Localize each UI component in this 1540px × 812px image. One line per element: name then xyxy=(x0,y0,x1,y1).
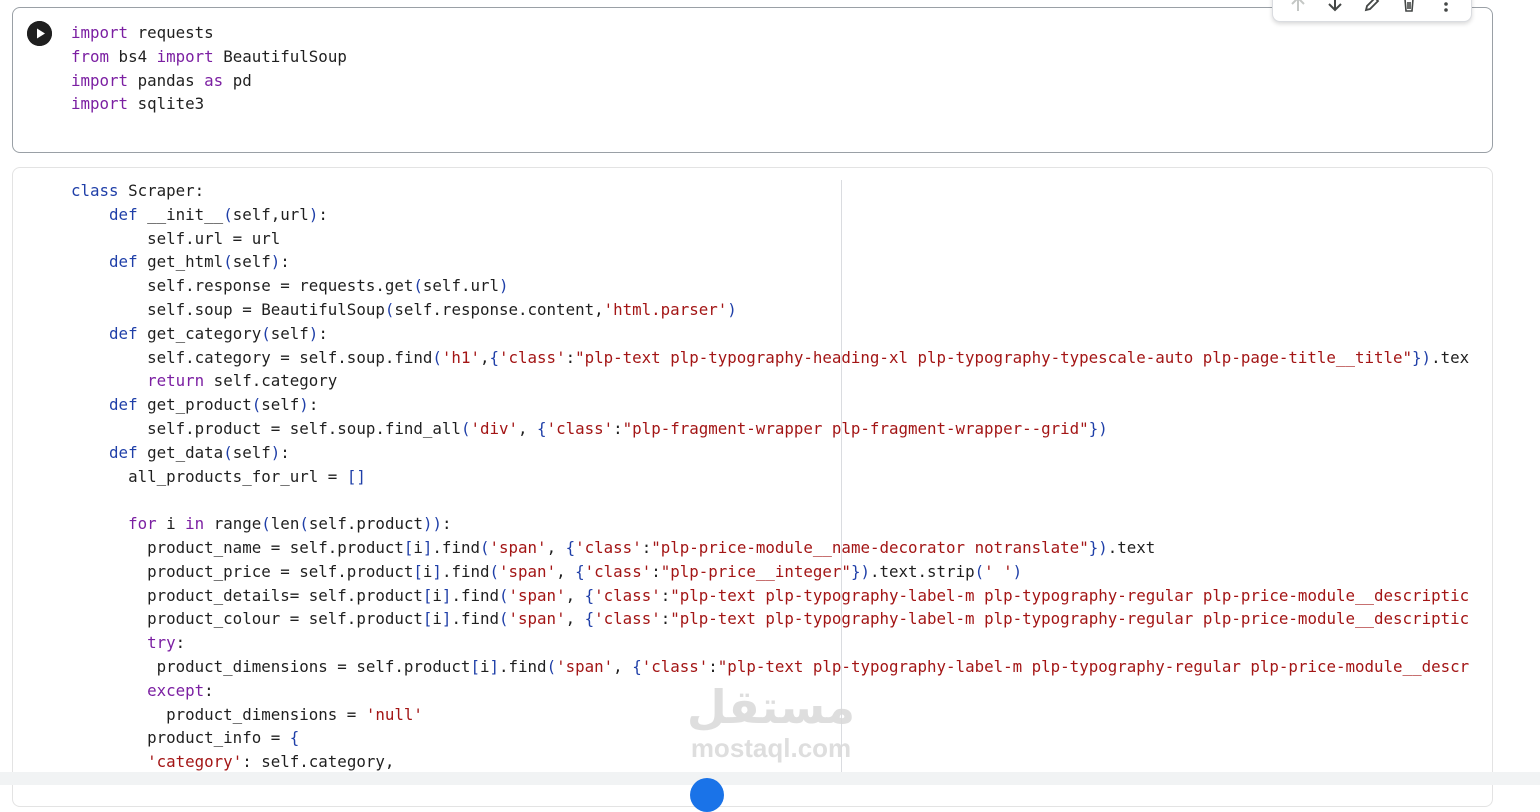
horizontal-scrollbar[interactable] xyxy=(0,772,1540,785)
code-line: product_details= self.product[i].find('s… xyxy=(71,585,1470,605)
arrow-down-icon xyxy=(1328,0,1342,12)
watermark: مستقل mostaql.com xyxy=(676,680,866,770)
code-line: product_info = { xyxy=(71,728,300,748)
floating-action-button[interactable] xyxy=(690,778,724,812)
cell-toolbar xyxy=(1272,0,1472,22)
code-line: product_dimensions = self.product[i].fin… xyxy=(71,656,1470,676)
code-line: class Scraper: xyxy=(71,181,205,200)
code-line: product_name = self.product[i].find('spa… xyxy=(71,537,1156,557)
code-line: for i in range(len(self.product)): xyxy=(128,514,452,534)
run-cell-button[interactable] xyxy=(27,21,52,46)
arrow-up-icon xyxy=(1290,0,1305,11)
move-cell-down-button[interactable] xyxy=(1321,0,1349,18)
code-line: self.url = url xyxy=(71,228,281,248)
code-line: try: xyxy=(147,633,186,653)
code-line: self.response = requests.get(self.url) xyxy=(71,276,509,296)
code-line: def get_category(self): xyxy=(109,323,328,343)
more-options-button[interactable] xyxy=(1432,0,1460,18)
code-editor-imports[interactable]: import requests from bs4 import Beautifu… xyxy=(71,21,347,116)
code-line: all_products_for_url = [] xyxy=(71,466,366,486)
code-line: 'category': self.category, xyxy=(147,752,395,772)
code-line: def get_data(self): xyxy=(109,442,290,462)
move-cell-up-button[interactable] xyxy=(1284,0,1312,18)
play-icon xyxy=(27,21,52,46)
watermark-arabic: مستقل xyxy=(686,680,856,734)
code-line: product_colour = self.product[i].find('s… xyxy=(71,609,1470,629)
code-line: product_price = self.product[i].find('sp… xyxy=(71,561,1023,581)
code-line: import sqlite3 xyxy=(71,94,205,114)
code-line: def get_html(self): xyxy=(109,252,290,272)
edit-cell-button[interactable] xyxy=(1358,0,1386,18)
code-line: def __init__(self,url): xyxy=(109,204,328,224)
delete-cell-button[interactable] xyxy=(1395,0,1423,18)
code-cell-imports[interactable]: import requests from bs4 import Beautifu… xyxy=(12,7,1493,153)
code-line: except: xyxy=(147,680,214,700)
code-line: import requests xyxy=(71,23,214,42)
code-line: self.product = self.soup.find_all('div',… xyxy=(71,418,1108,438)
code-line: def get_product(self): xyxy=(109,395,319,415)
watermark-latin: mostaql.com xyxy=(690,733,852,763)
code-line: from bs4 import BeautifulSoup xyxy=(71,46,347,66)
code-line: return self.category xyxy=(147,371,338,391)
trash-icon xyxy=(1404,0,1414,12)
pencil-icon xyxy=(1364,0,1380,12)
code-line: import pandas as pd xyxy=(71,70,252,90)
code-line: product_dimensions = 'null' xyxy=(71,704,423,724)
code-line: self.category = self.soup.find('h1',{'cl… xyxy=(71,347,1470,367)
more-vert-icon xyxy=(1444,2,1449,12)
code-line: self.soup = BeautifulSoup(self.response.… xyxy=(71,299,737,319)
